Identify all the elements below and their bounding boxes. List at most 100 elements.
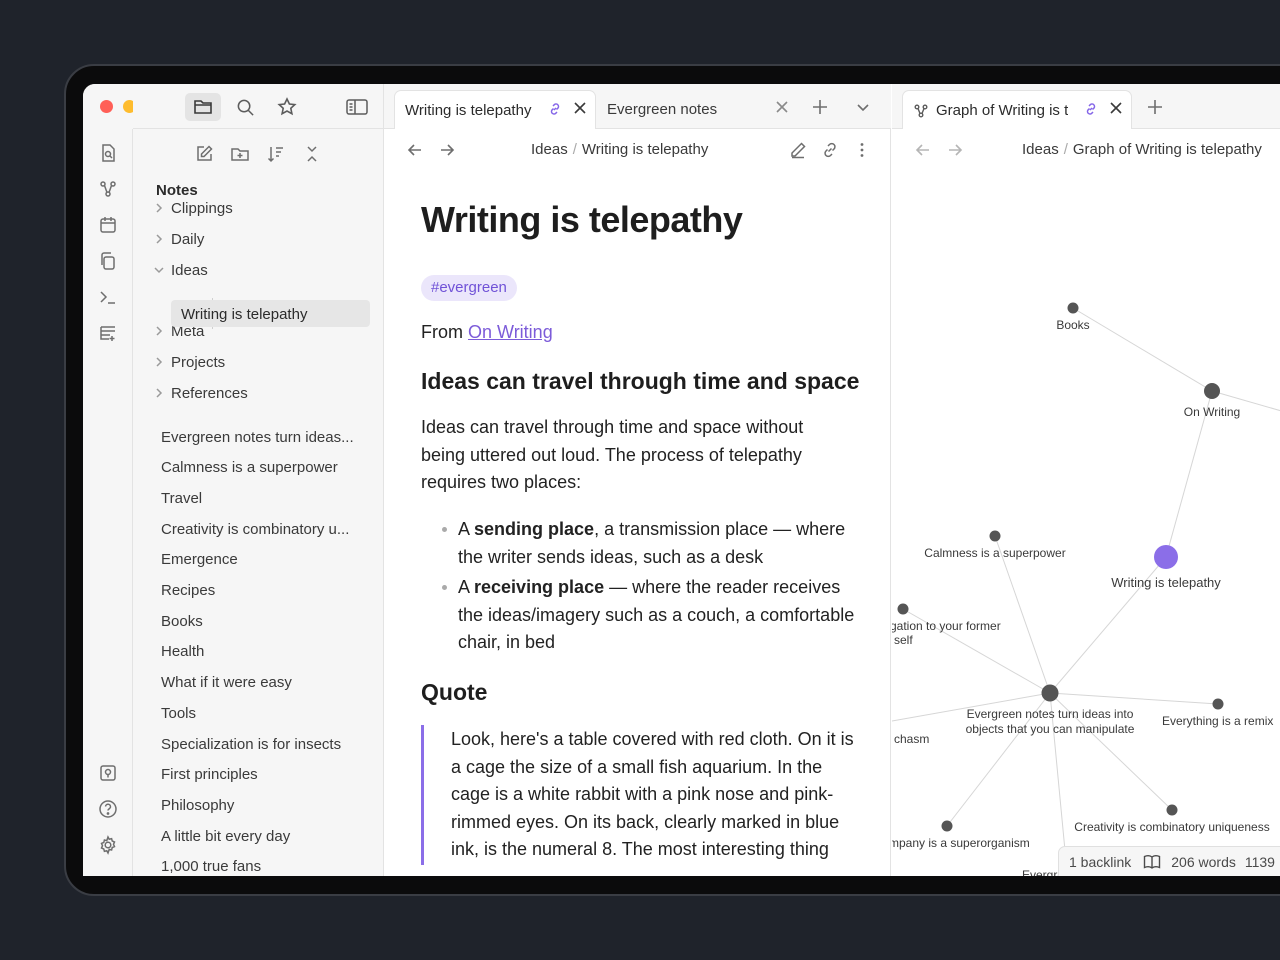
sidebar-file[interactable]: Philosophy — [161, 791, 361, 819]
vault-icon[interactable] — [96, 761, 120, 785]
open-quick-switcher-icon[interactable] — [96, 141, 120, 165]
graph-node[interactable] — [897, 603, 909, 615]
graph-view-pane[interactable]: Ideas / Graph of Writing is telepathy Bo… — [892, 129, 1280, 876]
chevron-right-icon — [153, 233, 171, 245]
ribbon — [83, 129, 133, 876]
graph-tab-bar: Graph of Writing is t — [892, 84, 1280, 130]
files-folder-icon[interactable] — [185, 93, 221, 121]
graph-tab-icon — [913, 103, 929, 119]
bullet-dot — [442, 527, 447, 532]
graph-label: Calmness is a superpower — [924, 546, 1065, 560]
bullet-bold: receiving place — [474, 577, 605, 597]
copy-icon[interactable] — [96, 249, 120, 273]
sidebar-folder-references[interactable]: References — [153, 379, 373, 407]
graph-label: self — [894, 633, 913, 647]
graph-node[interactable] — [1166, 804, 1178, 816]
graph-label: objects that you can manipulate — [966, 722, 1135, 736]
sidebar-file[interactable]: Tools — [161, 699, 361, 727]
graph-node[interactable] — [1041, 684, 1059, 702]
graph-node[interactable] — [1212, 698, 1224, 710]
bullet-dot — [442, 585, 447, 590]
back-arrow-icon[interactable] — [404, 139, 426, 161]
sidebar-file[interactable]: A little bit every day — [161, 822, 361, 850]
graph-node[interactable] — [941, 820, 953, 832]
on-writing-link[interactable]: On Writing — [468, 322, 553, 342]
section-heading-ideas: Ideas can travel through time and space — [421, 368, 860, 394]
graph-label: mpany is a superorganism — [892, 836, 1030, 850]
templates-icon[interactable] — [96, 321, 120, 345]
sidebar-folder-label: References — [171, 384, 248, 402]
new-note-icon[interactable] — [189, 140, 219, 168]
graph-node-current[interactable] — [1154, 545, 1178, 569]
graph-view-icon[interactable] — [96, 177, 120, 201]
graph-canvas[interactable]: Books On Writing Calmness is a superpowe… — [892, 129, 1280, 876]
from-prefix: From — [421, 322, 463, 342]
close-tab-icon[interactable] — [775, 100, 789, 118]
graph-label: Everything is a remix — [1162, 714, 1273, 728]
collapse-all-icon[interactable] — [297, 140, 327, 168]
terminal-icon[interactable] — [96, 285, 120, 309]
reading-view-book-icon[interactable] — [1143, 854, 1161, 870]
tab-writing-is-telepathy[interactable]: Writing is telepathy — [394, 90, 596, 130]
graph-edge — [1049, 692, 1219, 705]
graph-node[interactable] — [1067, 302, 1079, 314]
tab-label: Graph of Writing is t — [936, 102, 1069, 119]
sidebar-file[interactable]: Books — [161, 607, 361, 635]
sidebar-file[interactable]: First principles — [161, 761, 361, 789]
sidebar-folder-label: Ideas — [171, 261, 208, 279]
more-options-icon[interactable] — [851, 139, 873, 161]
sidebar-file[interactable]: Health — [161, 638, 361, 666]
tab-label: Writing is telepathy — [405, 102, 532, 119]
new-tab-plus-icon[interactable] — [809, 96, 831, 118]
backlink-count[interactable]: 1 backlink — [1069, 854, 1131, 870]
breadcrumb-folder[interactable]: Ideas — [531, 141, 568, 158]
help-icon[interactable] — [96, 797, 120, 821]
settings-gear-icon[interactable] — [96, 833, 120, 857]
chevron-right-icon — [153, 387, 171, 399]
tab-graph-of-writing[interactable]: Graph of Writing is t — [902, 90, 1132, 130]
breadcrumb-file[interactable]: Writing is telepathy — [582, 141, 708, 158]
tab-evergreen-notes[interactable]: Evergreen notes — [597, 90, 797, 129]
sidebar-folder-clippings[interactable]: Clippings — [153, 194, 373, 222]
graph-node[interactable] — [1204, 383, 1220, 399]
graph-label: gation to your former — [892, 619, 1001, 633]
blockquote-bar — [421, 725, 424, 865]
bullet-sending-place: A sending place, a transmission place — … — [458, 516, 858, 571]
close-tab-icon[interactable] — [573, 101, 587, 119]
new-folder-icon[interactable] — [225, 140, 255, 168]
note-title: Writing is telepathy — [421, 199, 743, 240]
sidebar-folder-ideas[interactable]: Ideas — [153, 256, 373, 284]
sidebar-file[interactable]: Emergence — [161, 546, 361, 574]
sidebar-file[interactable]: What if it were easy — [161, 669, 361, 697]
toggle-sidebar-icon[interactable] — [339, 93, 375, 121]
sidebar-file[interactable]: Specialization is for insects — [161, 730, 361, 758]
from-line: From On Writing — [421, 322, 553, 343]
close-tab-icon[interactable] — [1109, 101, 1123, 119]
forward-arrow-icon[interactable] — [436, 139, 458, 161]
sidebar-file[interactable]: 1,000 true fans — [161, 853, 361, 876]
graph-node[interactable] — [989, 530, 1001, 542]
evergreen-tag[interactable]: #evergreen — [421, 275, 517, 301]
sidebar-folder-projects[interactable]: Projects — [153, 348, 373, 376]
search-icon[interactable] — [227, 93, 263, 121]
sidebar-file[interactable]: Recipes — [161, 577, 361, 605]
sort-order-icon[interactable] — [261, 140, 291, 168]
sidebar-file[interactable]: Travel — [161, 484, 361, 512]
status-bar: 1 backlink 206 words 1139 — [1058, 846, 1280, 876]
close-window-button[interactable] — [100, 100, 113, 113]
sidebar-file[interactable]: Calmness is a superpower — [161, 454, 361, 482]
graph-label-current: Writing is telepathy — [1111, 575, 1221, 590]
edit-pencil-icon[interactable] — [787, 139, 809, 161]
graph-label: On Writing — [1184, 405, 1240, 419]
sidebar-file[interactable]: Evergreen notes turn ideas... — [161, 423, 361, 451]
new-tab-plus-icon[interactable] — [1144, 96, 1166, 118]
sidebar-file[interactable]: Creativity is combinatory u... — [161, 515, 361, 543]
sidebar-folder-daily[interactable]: Daily — [153, 225, 373, 253]
bookmark-star-icon[interactable] — [269, 93, 305, 121]
sidebar-header — [133, 84, 384, 129]
tab-list-chevron-down-icon[interactable] — [852, 96, 874, 118]
sidebar-folder-label: Daily — [171, 230, 205, 248]
calendar-icon[interactable] — [96, 213, 120, 237]
link-icon[interactable] — [819, 139, 841, 161]
sidebar-file-writing-is-telepathy[interactable]: Writing is telepathy — [181, 300, 381, 328]
